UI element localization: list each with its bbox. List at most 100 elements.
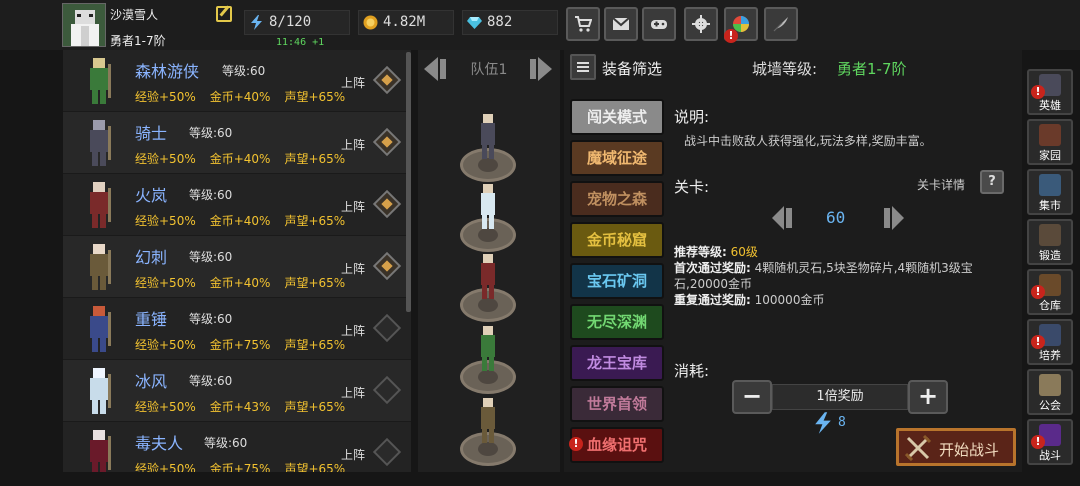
hero-gold-bonus: 金币+40% <box>209 214 271 228</box>
hero-level: 等级:60 <box>204 436 248 450</box>
battle-mode-button[interactable]: 血缘诅咒! <box>569 427 664 463</box>
team-slot[interactable] <box>460 322 516 394</box>
side-nav-button[interactable]: 公会 <box>1027 369 1073 415</box>
shop-cart-icon <box>575 16 592 32</box>
settings-button[interactable] <box>684 7 718 41</box>
side-nav-icon <box>1039 174 1061 196</box>
side-nav-label: 培养 <box>1039 349 1061 362</box>
side-nav-button[interactable]: 英雄 ! <box>1027 69 1073 115</box>
equipment-filter-button[interactable] <box>570 54 596 80</box>
hero-row[interactable]: 火岚 等级:60 经验+50% 金币+40% 声望+65% 上阵 <box>63 174 411 236</box>
hero-deploy-label: 上阵 <box>341 200 366 214</box>
hero-row[interactable]: 骑士 等级:60 经验+50% 金币+40% 声望+65% 上阵 <box>63 112 411 174</box>
hero-gold-bonus: 金币+40% <box>209 90 271 104</box>
hero-deploy-toggle[interactable] <box>372 251 402 281</box>
hero-deploy-toggle[interactable] <box>372 437 402 467</box>
hero-gold-bonus: 金币+40% <box>209 276 271 290</box>
hero-gold-bonus: 金币+40% <box>209 152 271 166</box>
hero-fame-bonus: 声望+65% <box>284 90 346 104</box>
hero-row[interactable]: 重锤 等级:60 经验+50% 金币+75% 声望+65% 上阵 <box>63 298 411 360</box>
gold-value: 4.82M <box>383 14 426 30</box>
player-rank: 勇者1-7阶 <box>110 34 166 48</box>
battle-mode-button[interactable]: 无尽深渊 <box>570 304 664 340</box>
hero-deploy-toggle[interactable] <box>372 313 402 343</box>
team-slot[interactable] <box>460 250 516 322</box>
stage-prev-arrow-icon[interactable] <box>768 202 796 234</box>
gamepad-icon <box>651 20 667 29</box>
battle-mode-label: 宝石矿洞 <box>586 272 647 290</box>
side-nav-button[interactable]: 仓库 ! <box>1027 269 1073 315</box>
hero-name: 幻刺 <box>135 248 168 267</box>
battle-mode-button[interactable]: 宠物之森 <box>570 181 664 217</box>
hero-row[interactable]: 幻刺 等级:60 经验+50% 金币+40% 声望+65% 上阵 <box>63 236 411 298</box>
hero-list[interactable]: 森林游侠 等级:60 经验+50% 金币+40% 声望+65% 上阵 骑士 等级:6… <box>63 50 411 472</box>
stage-detail-help-button[interactable]: ? <box>980 170 1004 194</box>
side-nav-button[interactable]: 培养 ! <box>1027 319 1073 365</box>
hero-exp-bonus: 经验+50% <box>135 276 196 290</box>
side-nav-button[interactable]: 锻造 <box>1027 219 1073 265</box>
equipment-filter-label[interactable]: 装备筛选 <box>602 58 662 79</box>
hero-exp-bonus: 经验+50% <box>135 214 196 228</box>
hero-sprite-icon <box>90 58 111 104</box>
start-battle-button[interactable]: 开始战斗 <box>896 428 1016 466</box>
side-nav-icon <box>1039 374 1061 396</box>
battle-mode-button[interactable]: 金币秘窟 <box>570 222 664 258</box>
side-nav-button[interactable]: 家园 <box>1027 119 1073 165</box>
lightning-icon <box>251 15 262 30</box>
player-name: 沙漠雪人 <box>110 8 159 22</box>
decrease-multiplier-button[interactable]: − <box>732 380 772 414</box>
stage-next-arrow-icon[interactable] <box>880 202 908 234</box>
battle-mode-button[interactable]: 龙王宝库 <box>570 345 664 381</box>
battle-mode-button[interactable]: 魔域征途 <box>570 140 664 176</box>
hero-deploy-label: 上阵 <box>341 386 366 400</box>
side-nav-alert-badge: ! <box>1031 285 1045 299</box>
gem-icon <box>467 17 482 29</box>
hero-exp-bonus: 经验+50% <box>135 462 196 472</box>
mail-button[interactable] <box>604 7 638 41</box>
shop-cart-button[interactable] <box>566 7 600 41</box>
hero-fame-bonus: 声望+65% <box>284 214 346 228</box>
hero-deploy-toggle[interactable] <box>372 65 402 95</box>
side-nav-button[interactable]: 战斗 ! <box>1027 419 1073 465</box>
battle-mode-label: 金币秘窟 <box>586 231 647 249</box>
side-nav-label: 锻造 <box>1039 249 1061 262</box>
player-avatar[interactable] <box>62 3 106 47</box>
team-slot[interactable] <box>460 110 516 182</box>
mode-alert-badge: ! <box>569 437 583 451</box>
hero-exp-bonus: 经验+50% <box>135 90 196 104</box>
side-nav-button[interactable]: 集市 <box>1027 169 1073 215</box>
recommended-level-label: 推荐等级: <box>674 245 727 259</box>
hero-row[interactable]: 森林游侠 等级:60 经验+50% 金币+40% 声望+65% 上阵 <box>63 50 411 112</box>
hero-exp-bonus: 经验+50% <box>135 400 196 414</box>
energy-value: 8/120 <box>269 14 312 30</box>
mail-icon <box>612 17 630 30</box>
stage-detail-label[interactable]: 关卡详情 <box>917 176 965 193</box>
hero-deploy-toggle[interactable] <box>372 189 402 219</box>
team-next-arrow-icon[interactable] <box>526 54 556 84</box>
battle-mode-button[interactable]: 世界首领 <box>570 386 664 422</box>
top-bar: 沙漠雪人 勇者1-7阶 8/120 11:46 +1 4.82M 882 ! <box>0 0 1080 50</box>
hero-level: 等级:60 <box>189 126 233 140</box>
battle-mode-label: 魔域征途 <box>586 149 647 167</box>
hero-level: 等级:60 <box>189 250 233 264</box>
team-slot[interactable] <box>460 180 516 252</box>
edit-name-icon[interactable] <box>216 6 232 22</box>
team-hero-sprite-icon <box>481 254 495 299</box>
event-orb-button[interactable]: ! <box>724 7 758 43</box>
hero-row[interactable]: 毒夫人 等级:60 经验+50% 金币+75% 声望+65% 上阵 <box>63 422 411 472</box>
increase-multiplier-button[interactable]: + <box>908 380 948 414</box>
gold-counter: 4.82M <box>358 10 454 35</box>
battle-mode-button[interactable]: 宝石矿洞 <box>570 263 664 299</box>
hero-deploy-toggle[interactable] <box>372 127 402 157</box>
energy-timer: 11:46 +1 <box>276 37 325 48</box>
hero-row[interactable]: 冰风 等级:60 经验+50% 金币+43% 声望+65% 上阵 <box>63 360 411 422</box>
hero-list-scrollbar[interactable] <box>406 52 411 312</box>
repeat-clear-reward-label: 重复通过奖励: <box>674 293 751 307</box>
hero-fame-bonus: 声望+65% <box>284 400 346 414</box>
battle-mode-button[interactable]: 闯关模式 <box>570 99 664 135</box>
team-slot[interactable] <box>460 394 516 466</box>
feather-button[interactable] <box>764 7 798 41</box>
hero-deploy-toggle[interactable] <box>372 375 402 405</box>
gamepad-button[interactable] <box>642 7 676 41</box>
hero-fame-bonus: 声望+65% <box>284 462 346 472</box>
